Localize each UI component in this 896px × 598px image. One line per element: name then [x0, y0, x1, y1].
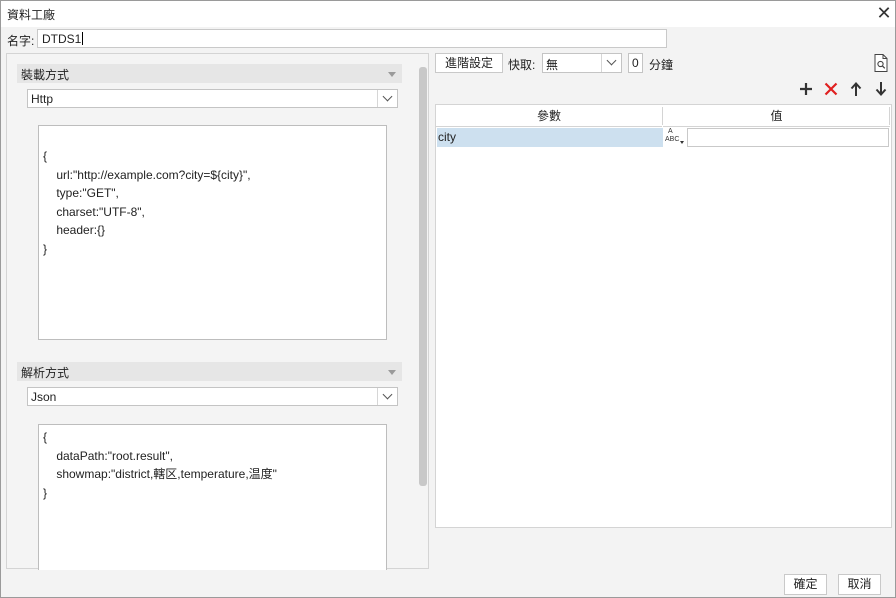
advanced-settings-button[interactable]: 進階設定: [435, 53, 503, 73]
minutes-input[interactable]: 0: [628, 53, 643, 73]
load-script-line: {: [43, 149, 48, 163]
parse-script-line: {: [43, 430, 48, 444]
parse-section-title: 解析方式: [21, 366, 70, 380]
arrow-down-icon[interactable]: [872, 80, 890, 98]
parse-script-editor[interactable]: { dataPath:"root.result", showmap:"distr…: [38, 424, 387, 570]
dialog-window: 資料工廠 ✕ 名字: DTDS1 裝載方式 Http { url:"http:/…: [0, 0, 896, 598]
load-script-line: charset:"UTF-8",: [43, 204, 145, 219]
parse-script-line: showmap:"district,轄区,temperature,温度": [43, 467, 277, 481]
load-script-line: url:"http://example.com?city=${city}",: [43, 167, 251, 182]
title-bar: 資料工廠 ✕: [1, 1, 895, 27]
load-script-editor[interactable]: { url:"http://example.com?city=${city}",…: [38, 125, 387, 340]
minutes-value: 0: [632, 56, 639, 70]
left-panel: 裝載方式 Http { url:"http://example.com?city…: [6, 53, 429, 570]
type-dropdown-arrow-icon: [680, 141, 684, 144]
column-divider: [889, 107, 890, 125]
text-caret: [82, 32, 84, 45]
minutes-label: 分鐘: [649, 58, 674, 72]
parse-script-line: }: [43, 485, 48, 500]
text-type-icon[interactable]: A ABC: [664, 128, 686, 147]
cache-select[interactable]: 無: [542, 53, 622, 73]
parameters-table: 參數 值 city A ABC: [435, 104, 892, 528]
plus-icon[interactable]: [797, 80, 815, 98]
collapse-triangle-icon[interactable]: [388, 370, 396, 375]
cancel-button[interactable]: 取消: [838, 574, 881, 595]
load-method-dropdown-button[interactable]: [377, 90, 397, 107]
load-section-header[interactable]: 裝載方式: [17, 64, 402, 83]
parse-method-select[interactable]: Json: [27, 387, 398, 406]
name-label: 名字:: [7, 34, 35, 48]
load-script-line: header:{}: [43, 223, 106, 237]
cache-label: 快取:: [508, 58, 536, 72]
param-name-cell[interactable]: city: [437, 128, 663, 147]
column-header-param[interactable]: 參數: [436, 105, 662, 127]
column-header-value[interactable]: 值: [663, 105, 890, 127]
left-panel-scrollbar[interactable]: [419, 67, 427, 486]
name-value: DTDS1: [42, 32, 82, 46]
chevron-down-icon: [382, 91, 393, 102]
type-icon-top: A: [668, 128, 673, 135]
chevron-down-icon: [382, 389, 393, 400]
document-search-icon[interactable]: [872, 53, 890, 73]
arrow-up-icon[interactable]: [847, 80, 865, 98]
ok-button[interactable]: 確定: [784, 574, 827, 595]
collapse-triangle-icon[interactable]: [388, 72, 396, 77]
load-method-select[interactable]: Http: [27, 89, 398, 108]
cache-value: 無: [546, 58, 559, 72]
close-icon[interactable]: ✕: [873, 2, 895, 24]
window-title: 資料工廠: [7, 8, 56, 22]
parse-section-header[interactable]: 解析方式: [17, 362, 402, 381]
delete-x-icon[interactable]: [822, 80, 840, 98]
parse-method-dropdown-button[interactable]: [377, 388, 397, 405]
parse-method-value: Json: [31, 390, 57, 404]
parse-script-line: dataPath:"root.result",: [43, 448, 173, 463]
load-script-line: type:"GET",: [43, 186, 119, 200]
param-value-input[interactable]: [687, 128, 889, 147]
load-script-line: }: [43, 241, 48, 256]
cache-dropdown-button[interactable]: [601, 54, 621, 72]
load-method-value: Http: [31, 92, 54, 106]
name-input[interactable]: DTDS1: [37, 29, 667, 48]
chevron-down-icon: [606, 55, 617, 66]
load-section-title: 裝載方式: [21, 68, 70, 82]
